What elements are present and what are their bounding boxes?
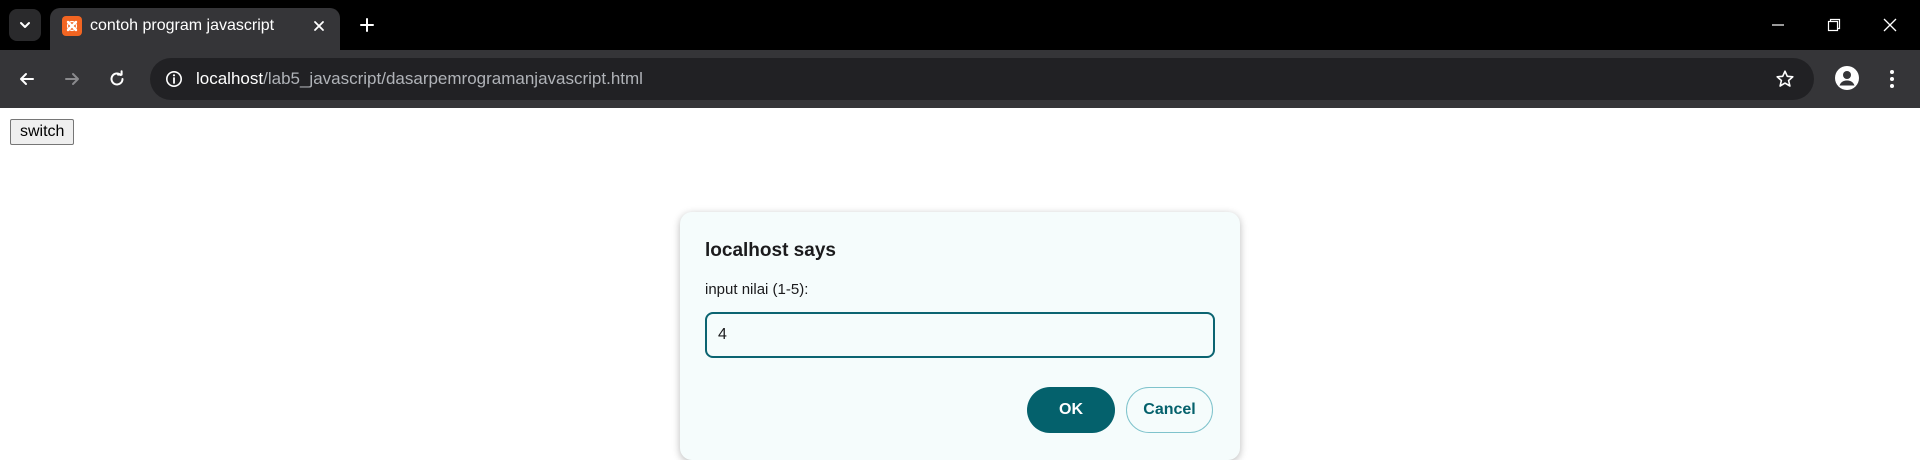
dialog-input[interactable] xyxy=(705,312,1215,358)
browser-menu-button[interactable] xyxy=(1880,63,1904,95)
tab-close-button[interactable] xyxy=(308,15,330,37)
star-icon xyxy=(1776,70,1794,87)
minimize-icon xyxy=(1772,24,1784,26)
browser-toolbar: localhost/lab5_javascript/dasarpemrogram… xyxy=(0,50,1920,108)
url-host: localhost xyxy=(196,69,264,88)
forward-button[interactable] xyxy=(56,63,88,95)
arrow-right-icon xyxy=(65,73,79,85)
address-bar[interactable]: localhost/lab5_javascript/dasarpemrogram… xyxy=(150,58,1814,100)
close-icon xyxy=(314,21,324,31)
url-path: /lab5_javascript/dasarpemrogramanjavascr… xyxy=(263,69,643,88)
close-window-button[interactable] xyxy=(1862,0,1918,50)
dialog-title: localhost says xyxy=(705,240,836,261)
tab-title: contoh program javascript xyxy=(90,17,275,34)
tab-search-button[interactable] xyxy=(9,9,41,41)
profile-button[interactable] xyxy=(1833,64,1861,92)
bookmark-button[interactable] xyxy=(1770,64,1800,94)
avatar-icon xyxy=(1835,66,1859,90)
prompt-dialog: localhost says input nilai (1-5): OK Can… xyxy=(680,212,1240,460)
back-button[interactable] xyxy=(11,63,43,95)
tab-strip: contoh program javascript xyxy=(0,0,1920,50)
minimize-button[interactable] xyxy=(1750,0,1806,50)
new-tab-button[interactable] xyxy=(352,10,382,40)
ok-button[interactable]: OK xyxy=(1027,387,1115,433)
chevron-down-icon xyxy=(20,22,30,28)
close-icon xyxy=(1883,18,1897,32)
xampp-icon xyxy=(62,16,82,36)
dialog-message: input nilai (1-5): xyxy=(705,281,809,298)
cancel-button[interactable]: Cancel xyxy=(1126,387,1213,433)
page-content: switch localhost says input nilai (1-5):… xyxy=(0,108,1920,460)
reload-icon xyxy=(110,70,124,86)
more-vertical-icon xyxy=(1890,70,1894,88)
site-info-button[interactable] xyxy=(158,63,190,95)
arrow-left-icon xyxy=(20,73,34,85)
restore-button[interactable] xyxy=(1806,0,1862,50)
plus-icon xyxy=(360,18,374,32)
reload-button[interactable] xyxy=(101,63,133,95)
info-icon xyxy=(166,71,182,87)
active-tab[interactable]: contoh program javascript xyxy=(50,8,340,50)
url-text: localhost/lab5_javascript/dasarpemrogram… xyxy=(196,68,643,90)
switch-button[interactable]: switch xyxy=(10,119,75,145)
restore-icon xyxy=(1827,18,1841,32)
